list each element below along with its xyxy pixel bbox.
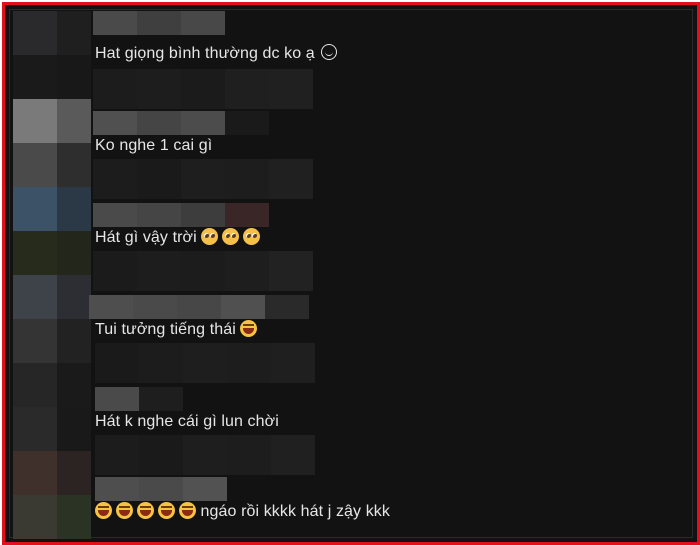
pleading-face-icon (242, 228, 260, 245)
blurred-avatar (57, 495, 91, 539)
blurred-username (93, 203, 269, 227)
laughing-face-icon (158, 502, 175, 519)
comment-item: Hat giọng bình thường dc ko ạ (93, 11, 693, 109)
blurred-username (95, 477, 227, 501)
blurred-comment-meta (93, 251, 313, 291)
blurred-comment-meta (95, 435, 315, 475)
blurred-avatar (57, 187, 91, 231)
blurred-username (95, 387, 183, 411)
comment-item: ngáo rồi kkkk hát j zậy kkk (93, 477, 693, 542)
blurred-avatar (13, 231, 57, 275)
blurred-username (93, 11, 225, 35)
comment-text: Tui tưởng tiếng thái (95, 319, 257, 341)
blurred-avatar (13, 407, 57, 451)
blurred-avatar (57, 143, 91, 187)
blurred-avatar (13, 55, 57, 99)
blurred-avatar (13, 319, 57, 363)
blurred-avatar (57, 55, 91, 99)
blurred-avatar (13, 187, 57, 231)
blurred-avatar (13, 11, 57, 55)
comment-text: Hát gì vậy trời (95, 227, 260, 249)
comment-item: Hát k nghe cái gì lun chời (93, 387, 693, 477)
laughing-face-icon (239, 320, 257, 337)
blurred-avatar (57, 407, 91, 451)
laughing-face-icon (137, 502, 154, 519)
blurred-avatar (57, 231, 91, 275)
blurred-avatar (13, 275, 57, 319)
blurred-avatar (57, 11, 91, 55)
blurred-avatar-column (13, 11, 91, 541)
blurred-comment-meta (93, 159, 313, 199)
comment-text: Hát k nghe cái gì lun chời (95, 413, 279, 430)
blurred-avatar (13, 143, 57, 187)
blurred-avatar (13, 363, 57, 407)
blurred-avatar (57, 275, 91, 319)
comment-item: Ko nghe 1 cai gì (93, 111, 693, 201)
blurred-username (93, 111, 269, 135)
blurred-avatar (57, 363, 91, 407)
comment-text: ngáo rồi kkkk hát j zậy kkk (95, 501, 390, 523)
blurred-avatar (57, 99, 91, 143)
comment-text: Ko nghe 1 cai gì (95, 137, 213, 154)
laughing-face-icon (116, 502, 133, 519)
blurred-avatar (57, 319, 91, 363)
laughing-face-icon (95, 502, 112, 519)
comment-item: Tui tưởng tiếng thái (89, 295, 693, 385)
comment-list: Hat giọng bình thường dc ko ạ Ko nghe 1 … (89, 11, 693, 541)
screenshot-frame: Hat giọng bình thường dc ko ạ Ko nghe 1 … (2, 2, 700, 545)
blurred-avatar (13, 451, 57, 495)
blurred-comment-meta (93, 69, 313, 109)
blurred-avatar (13, 495, 57, 539)
blurred-comment-meta (95, 343, 315, 383)
blurred-avatar (57, 451, 91, 495)
pleading-face-icon (221, 228, 239, 245)
smile-icon (320, 44, 337, 60)
pleading-face-icon (200, 228, 218, 245)
blurred-username (89, 295, 309, 319)
comment-text: Hat giọng bình thường dc ko ạ (95, 43, 337, 65)
blurred-avatar (13, 99, 57, 143)
comment-item: Hát gì vậy trời (93, 203, 693, 293)
laughing-face-icon (179, 502, 196, 519)
